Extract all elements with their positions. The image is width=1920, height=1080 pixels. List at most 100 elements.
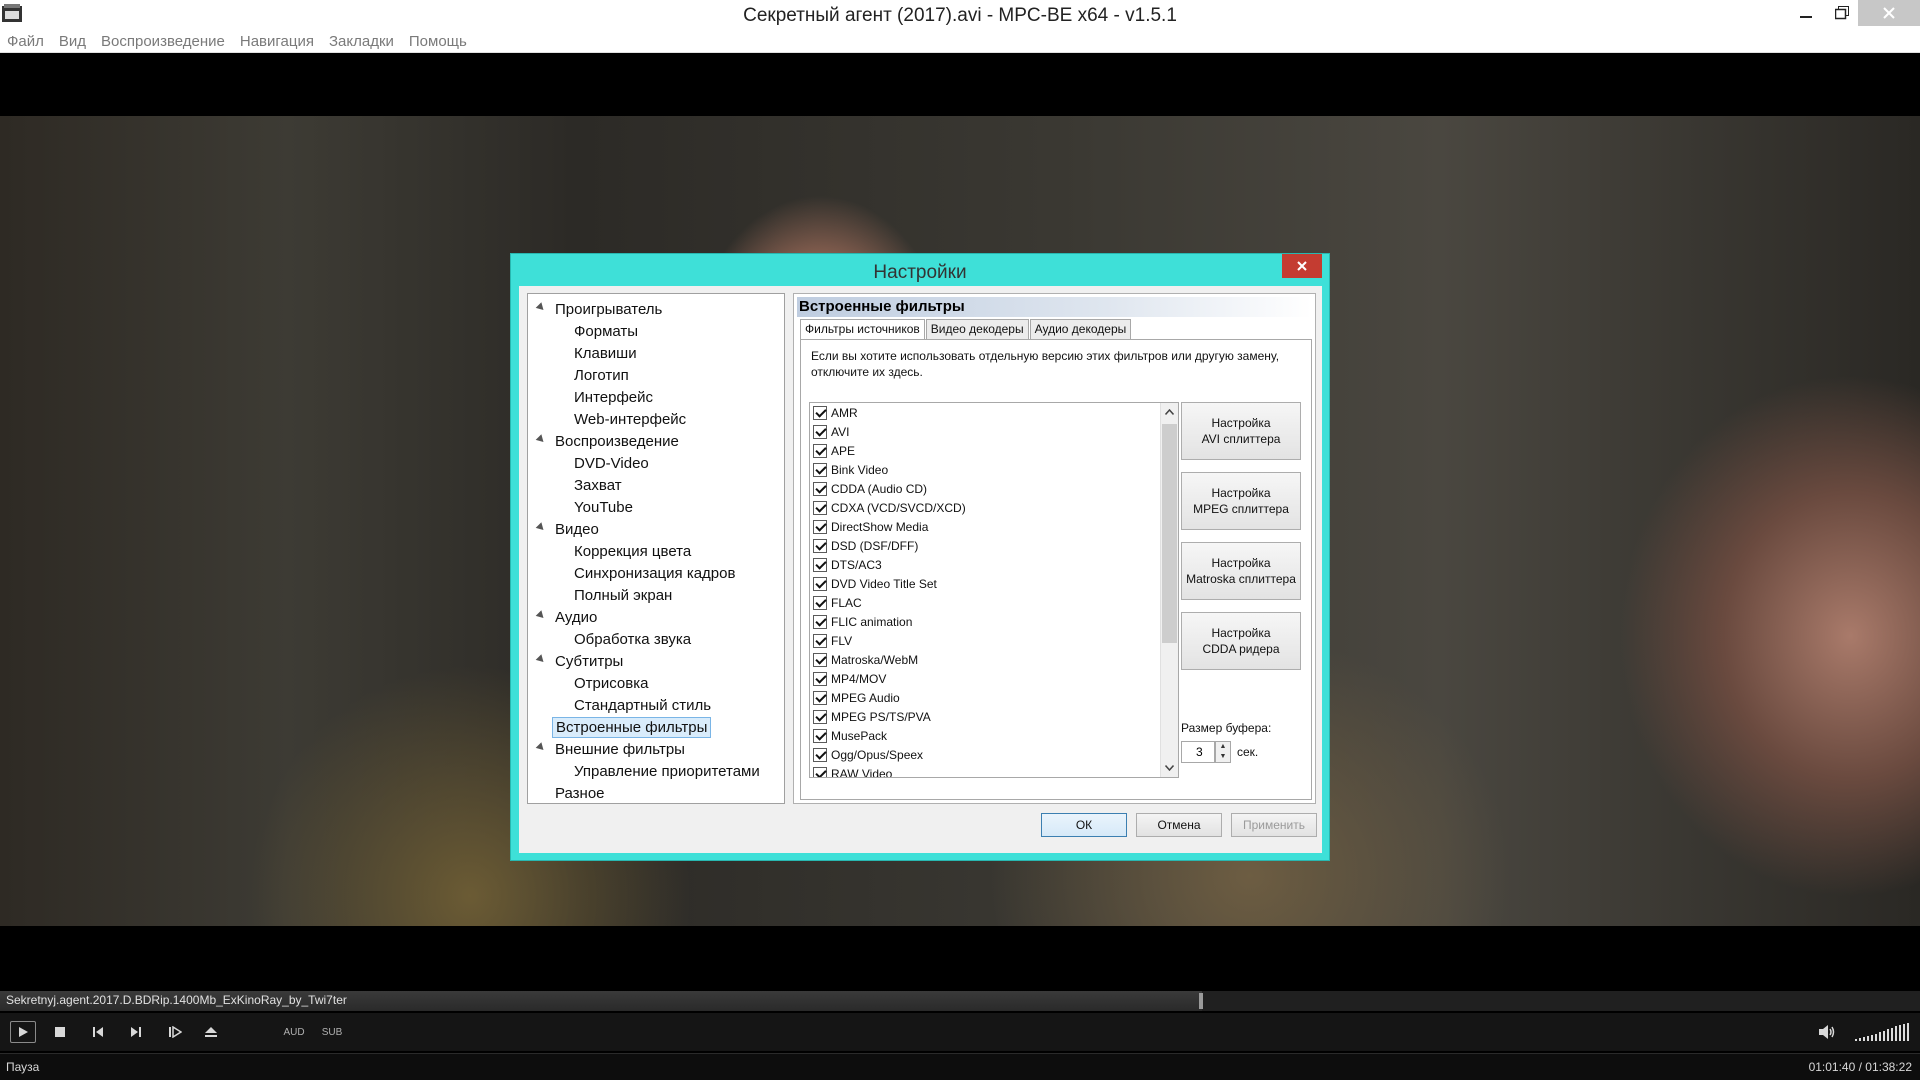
dialog-close-button[interactable]	[1282, 254, 1322, 278]
subtitle-track-button[interactable]: SUB	[320, 1021, 344, 1043]
expand-arrow-icon[interactable]	[535, 610, 547, 621]
scroll-thumb[interactable]	[1162, 424, 1177, 643]
minimize-button[interactable]	[1786, 0, 1826, 26]
tree-category[interactable]: Воспроизведение	[528, 430, 784, 452]
previous-button[interactable]	[88, 1021, 108, 1043]
filter-item[interactable]: MusePack	[810, 726, 1178, 745]
menu-view[interactable]: Вид	[59, 33, 86, 50]
filter-item[interactable]: FLV	[810, 631, 1178, 650]
mute-button[interactable]	[1816, 1021, 1838, 1043]
filter-item[interactable]: RAW Video	[810, 764, 1178, 777]
checkbox-checked-icon[interactable]	[813, 766, 827, 777]
tree-category[interactable]: Проигрыватель	[528, 298, 784, 320]
expand-arrow-icon[interactable]	[535, 522, 547, 533]
tab-source-filters[interactable]: Фильтры источников	[800, 319, 925, 340]
filter-item[interactable]: DTS/AC3	[810, 555, 1178, 574]
tree-item[interactable]: Отрисовка	[528, 672, 784, 694]
checkbox-checked-icon[interactable]	[813, 747, 827, 762]
menu-playback[interactable]: Воспроизведение	[101, 33, 225, 50]
checkbox-checked-icon[interactable]	[813, 595, 827, 610]
checkbox-checked-icon[interactable]	[813, 462, 827, 477]
tree-item[interactable]: Захват	[528, 474, 784, 496]
menu-navigation[interactable]: Навигация	[240, 33, 314, 50]
menu-help[interactable]: Помощь	[409, 33, 467, 50]
next-button[interactable]	[126, 1021, 146, 1043]
cdda-reader-settings-button[interactable]: Настройка CDDA ридера	[1181, 612, 1301, 670]
checkbox-checked-icon[interactable]	[813, 538, 827, 553]
menu-bookmarks[interactable]: Закладки	[329, 33, 394, 50]
tree-item[interactable]: Интерфейс	[528, 386, 784, 408]
expand-arrow-icon[interactable]	[535, 742, 547, 753]
tree-item[interactable]: Коррекция цвета	[528, 540, 784, 562]
checkbox-checked-icon[interactable]	[813, 481, 827, 496]
tree-category[interactable]: Встроенные фильтры	[528, 716, 784, 738]
filter-item[interactable]: CDXA (VCD/SVCD/XCD)	[810, 498, 1178, 517]
filter-item[interactable]: Matroska/WebM	[810, 650, 1178, 669]
filter-item[interactable]: Bink Video	[810, 460, 1178, 479]
avi-splitter-settings-button[interactable]: Настройка AVI сплиттера	[1181, 402, 1301, 460]
tree-item[interactable]: Web-интерфейс	[528, 408, 784, 430]
checkbox-checked-icon[interactable]	[813, 633, 827, 648]
seek-thumb[interactable]	[1198, 993, 1203, 1009]
stop-button[interactable]	[50, 1021, 70, 1043]
filter-item[interactable]: APE	[810, 441, 1178, 460]
apply-button[interactable]: Применить	[1231, 813, 1317, 837]
filter-item[interactable]: DVD Video Title Set	[810, 574, 1178, 593]
mpeg-splitter-settings-button[interactable]: Настройка MPEG сплиттера	[1181, 472, 1301, 530]
buffer-size-input[interactable]: 3	[1181, 741, 1215, 763]
matroska-splitter-settings-button[interactable]: Настройка Matroska сплиттера	[1181, 542, 1301, 600]
tree-item[interactable]: DVD-Video	[528, 452, 784, 474]
increment-icon[interactable]: ▲	[1216, 742, 1230, 752]
tree-item[interactable]: Клавиши	[528, 342, 784, 364]
checkbox-checked-icon[interactable]	[813, 424, 827, 439]
checkbox-checked-icon[interactable]	[813, 576, 827, 591]
checkbox-checked-icon[interactable]	[813, 519, 827, 534]
tree-category[interactable]: Разное	[528, 782, 784, 804]
filter-item[interactable]: CDDA (Audio CD)	[810, 479, 1178, 498]
checkbox-checked-icon[interactable]	[813, 443, 827, 458]
tree-category[interactable]: Внешние фильтры	[528, 738, 784, 760]
seek-bar[interactable]: Sekretnyj.agent.2017.D.BDRip.1400Mb_ExKi…	[0, 991, 1920, 1011]
filter-list-scrollbar[interactable]	[1160, 403, 1178, 777]
tree-item[interactable]: Синхронизация кадров	[528, 562, 784, 584]
tree-category[interactable]: Аудио	[528, 606, 784, 628]
buffer-size-stepper[interactable]: ▲ ▼	[1215, 741, 1231, 763]
checkbox-checked-icon[interactable]	[813, 709, 827, 724]
cancel-button[interactable]: Отмена	[1136, 813, 1222, 837]
expand-arrow-icon[interactable]	[535, 434, 547, 445]
tab-video-decoders[interactable]: Видео декодеры	[925, 319, 1029, 339]
audio-track-button[interactable]: AUD	[282, 1021, 306, 1043]
filter-item[interactable]: Ogg/Opus/Speex	[810, 745, 1178, 764]
checkbox-checked-icon[interactable]	[813, 690, 827, 705]
tree-category[interactable]: Видео	[528, 518, 784, 540]
menu-file[interactable]: Файл	[7, 33, 44, 50]
open-file-button[interactable]	[200, 1021, 222, 1043]
filter-item[interactable]: AMR	[810, 403, 1178, 422]
filter-item[interactable]: MPEG PS/TS/PVA	[810, 707, 1178, 726]
checkbox-checked-icon[interactable]	[813, 614, 827, 629]
checkbox-checked-icon[interactable]	[813, 671, 827, 686]
filter-item[interactable]: MP4/MOV	[810, 669, 1178, 688]
filter-item[interactable]: FLIC animation	[810, 612, 1178, 631]
tab-audio-decoders[interactable]: Аудио декодеры	[1029, 319, 1132, 339]
settings-tree[interactable]: Проигрыватель Форматы Клавиши Логотип Интерф…	[527, 293, 785, 804]
filter-item[interactable]: DirectShow Media	[810, 517, 1178, 536]
tree-item[interactable]: Полный экран	[528, 584, 784, 606]
volume-slider[interactable]	[1855, 1023, 1911, 1041]
expand-arrow-icon[interactable]	[535, 654, 547, 665]
scroll-up-button[interactable]	[1161, 403, 1178, 421]
ok-button[interactable]: ОК	[1041, 813, 1127, 837]
tree-item[interactable]: Форматы	[528, 320, 784, 342]
tree-item[interactable]: Логотип	[528, 364, 784, 386]
checkbox-checked-icon[interactable]	[813, 405, 827, 420]
checkbox-checked-icon[interactable]	[813, 500, 827, 515]
tree-item[interactable]: Управление приоритетами	[528, 760, 784, 782]
tree-category[interactable]: Субтитры	[528, 650, 784, 672]
filter-item[interactable]: AVI	[810, 422, 1178, 441]
play-button[interactable]	[10, 1021, 36, 1043]
tree-item[interactable]: Обработка звука	[528, 628, 784, 650]
expand-arrow-icon[interactable]	[535, 302, 547, 313]
filter-item[interactable]: MPEG Audio	[810, 688, 1178, 707]
frame-step-button[interactable]	[164, 1021, 186, 1043]
filter-item[interactable]: FLAC	[810, 593, 1178, 612]
